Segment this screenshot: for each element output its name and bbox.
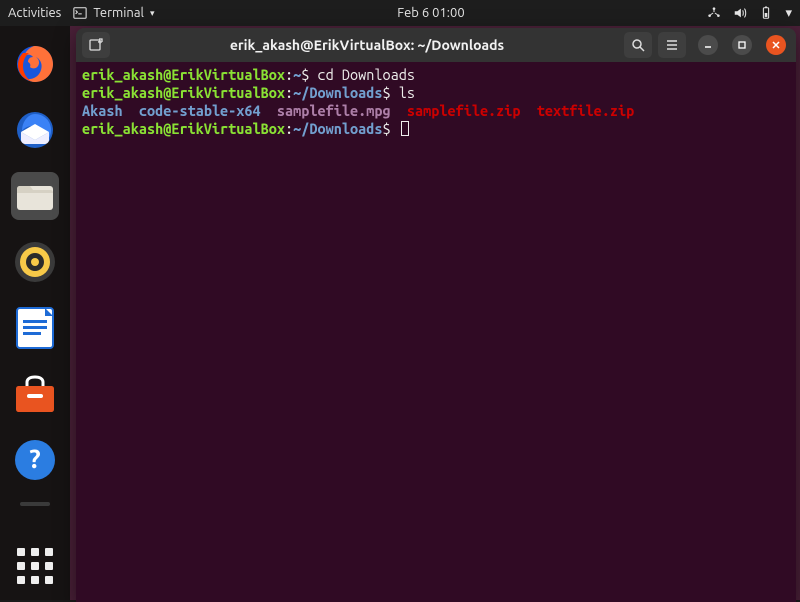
dock-rhythmbox[interactable]: [11, 238, 59, 286]
dock-separator: [20, 502, 50, 506]
terminal-window: erik_akash@ErikVirtualBox: ~/Downloads e…: [76, 28, 796, 602]
search-button[interactable]: [624, 32, 652, 58]
ls-dir: Akash: [82, 102, 123, 119]
terminal-icon: [73, 6, 87, 20]
dock-thunderbird[interactable]: [11, 106, 59, 154]
cmd-text: cd Downloads: [318, 66, 415, 83]
system-status-area[interactable]: ▾: [707, 6, 792, 21]
dock-firefox[interactable]: [11, 40, 59, 88]
dock-help[interactable]: ?: [11, 436, 59, 484]
ls-archive: textfile.zip: [537, 102, 634, 119]
cmd-text: ls: [399, 84, 415, 101]
show-applications-button[interactable]: [17, 548, 53, 584]
svg-text:?: ?: [29, 444, 40, 473]
volume-icon: [733, 6, 747, 20]
ls-dir: code-stable-x64: [139, 102, 261, 119]
hamburger-menu-button[interactable]: [658, 32, 686, 58]
terminal-body[interactable]: erik_akash@ErikVirtualBox:~$ cd Download…: [76, 62, 796, 602]
activities-button[interactable]: Activities: [8, 6, 61, 20]
app-menu-label: Terminal: [93, 6, 144, 20]
minimize-button[interactable]: [698, 35, 718, 55]
gnome-top-bar: Activities Terminal ▾ Feb 6 01:00 ▾: [0, 0, 800, 26]
desktop: erik_akash@ErikVirtualBox: ~/Downloads e…: [70, 26, 800, 600]
dock-libreoffice-writer[interactable]: [11, 304, 59, 352]
cursor: [401, 121, 409, 136]
ls-archive: samplefile.zip: [407, 102, 521, 119]
maximize-button[interactable]: [732, 35, 752, 55]
dock-files[interactable]: [11, 172, 59, 220]
battery-icon: [759, 6, 773, 20]
clock[interactable]: Feb 6 01:00: [154, 6, 707, 20]
network-icon: [707, 6, 721, 20]
dropdown-icon: ▾: [785, 6, 792, 21]
new-tab-button[interactable]: [82, 32, 110, 58]
app-menu[interactable]: Terminal ▾: [73, 6, 154, 20]
ls-media: samplefile.mpg: [277, 102, 391, 119]
prompt-user: erik_akash@ErikVirtualBox: [82, 66, 285, 83]
close-button[interactable]: [766, 35, 786, 55]
dock: ?: [0, 26, 70, 600]
window-titlebar[interactable]: erik_akash@ErikVirtualBox: ~/Downloads: [76, 28, 796, 62]
dock-ubuntu-software[interactable]: [11, 370, 59, 418]
window-title: erik_akash@ErikVirtualBox: ~/Downloads: [116, 37, 618, 53]
